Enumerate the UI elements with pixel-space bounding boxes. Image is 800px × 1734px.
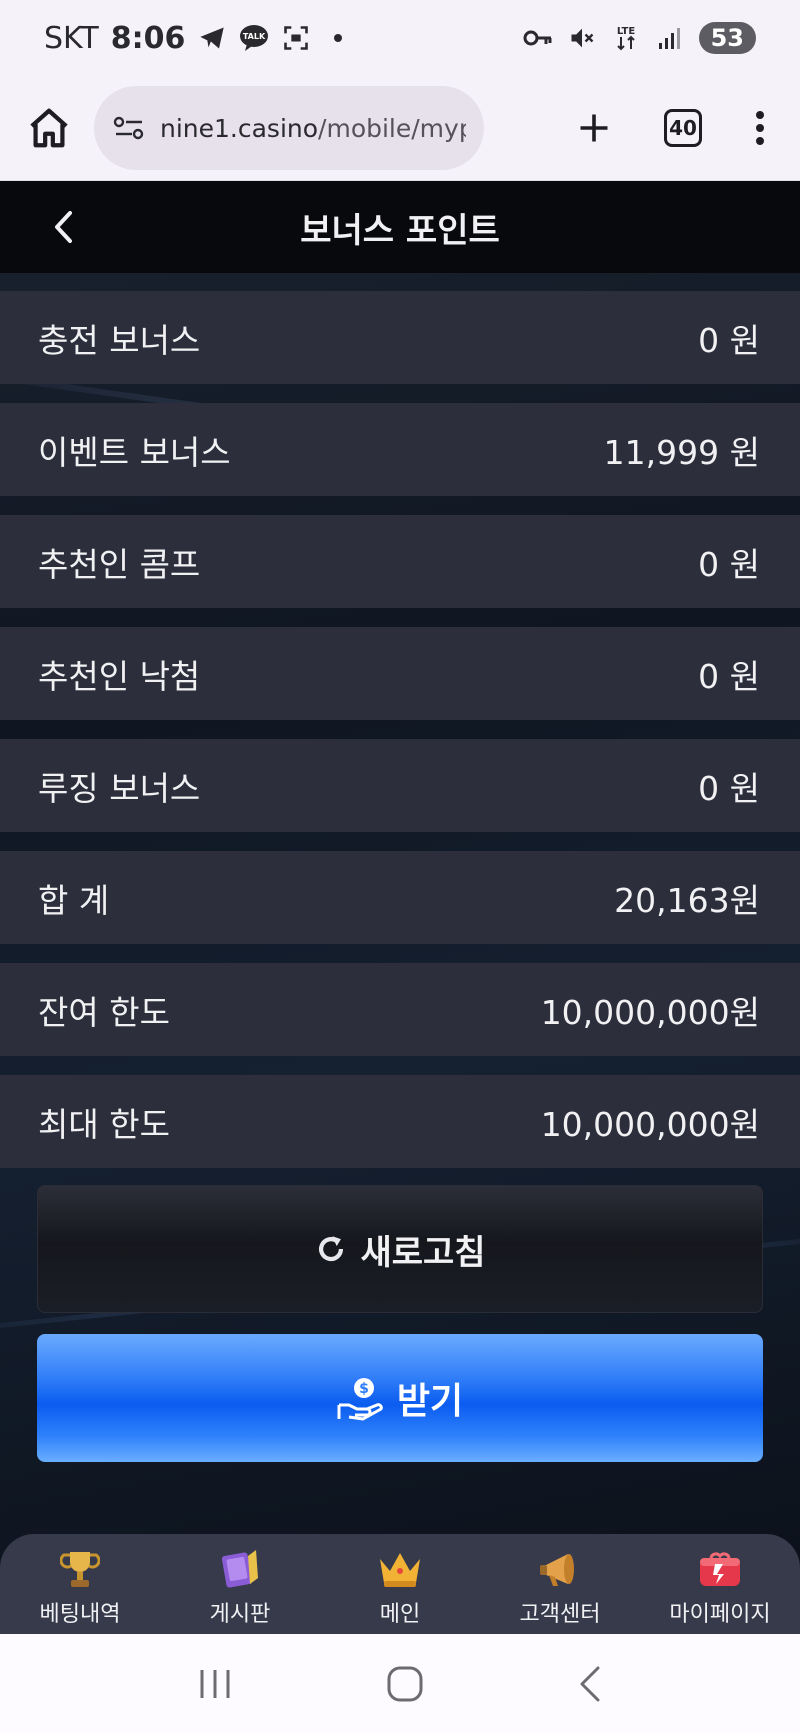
back-arrow-icon[interactable] xyxy=(52,207,88,247)
nav-label: 게시판 xyxy=(209,1602,271,1627)
crown-icon xyxy=(375,1546,425,1592)
row-value: 0 원 xyxy=(698,320,760,360)
screenshot-icon xyxy=(281,23,311,53)
mute-icon xyxy=(567,23,597,53)
app-content: 보너스 포인트 충전 보너스 0 원 이벤트 보너스 11,999 원 추천인 … xyxy=(0,181,800,1634)
row-value: 20,163원 xyxy=(614,880,760,920)
recent-apps-icon[interactable] xyxy=(197,1667,233,1701)
bonus-row-remaining-limit: 잔여 한도 10,000,000원 xyxy=(0,963,800,1056)
nav-item-mypage[interactable]: 마이페이지 xyxy=(640,1534,800,1634)
battery-indicator: 53 xyxy=(698,22,756,54)
row-label: 충전 보너스 xyxy=(38,320,201,360)
nav-item-main[interactable]: 메인 xyxy=(320,1534,480,1634)
lte-icon: LTE xyxy=(611,23,641,53)
nav-item-customer-center[interactable]: 고객센터 xyxy=(480,1534,640,1634)
row-label: 이벤트 보너스 xyxy=(38,432,231,472)
system-back-icon[interactable] xyxy=(577,1665,603,1703)
telegram-icon xyxy=(197,23,227,53)
board-icon xyxy=(215,1546,265,1592)
svg-text:LTE: LTE xyxy=(616,26,635,37)
dot-icon xyxy=(323,23,353,53)
nav-item-betting-history[interactable]: 베팅내역 xyxy=(0,1534,160,1634)
bonus-row-referral-comp: 추천인 콤프 0 원 xyxy=(0,515,800,608)
svg-text:$: $ xyxy=(359,1381,369,1397)
status-left: SKT 8:06 TALK xyxy=(44,21,353,56)
vpn-key-icon xyxy=(523,23,553,53)
receive-button[interactable]: $ 받기 xyxy=(37,1334,763,1462)
tab-switcher-button[interactable]: 40 xyxy=(664,109,702,147)
bonus-row-event: 이벤트 보너스 11,999 원 xyxy=(0,403,800,496)
row-value: 0 원 xyxy=(698,768,760,808)
new-tab-icon[interactable] xyxy=(576,110,612,146)
receive-label: 받기 xyxy=(396,1381,464,1422)
page-title: 보너스 포인트 xyxy=(300,210,500,251)
row-label: 추천인 콤프 xyxy=(38,544,201,584)
row-label: 최대 한도 xyxy=(38,1104,170,1144)
row-label: 잔여 한도 xyxy=(38,992,170,1032)
row-value: 11,999 원 xyxy=(603,432,760,472)
signal-icon xyxy=(655,23,685,53)
bonus-row-referral-loss: 추천인 낙첨 0 원 xyxy=(0,627,800,720)
gift-icon xyxy=(695,1546,745,1592)
trophy-icon xyxy=(55,1546,105,1592)
browser-toolbar: nine1.casino/mobile/mypa 40 xyxy=(0,76,800,181)
nav-label: 메인 xyxy=(379,1602,421,1627)
bonus-list: 충전 보너스 0 원 이벤트 보너스 11,999 원 추천인 콤프 0 원 추… xyxy=(0,273,800,1168)
row-label: 합 계 xyxy=(38,880,110,920)
row-value: 0 원 xyxy=(698,544,760,584)
bonus-row-losing: 루징 보너스 0 원 xyxy=(0,739,800,832)
clock: 8:06 xyxy=(110,20,186,56)
money-hand-icon: $ xyxy=(337,1375,383,1421)
row-value: 0 원 xyxy=(698,656,760,696)
nav-item-board[interactable]: 게시판 xyxy=(160,1534,320,1634)
url-text: nine1.casino/mobile/mypa xyxy=(160,114,466,143)
nav-label: 고객센터 xyxy=(519,1602,601,1627)
status-bar: SKT 8:06 TALK LTE 53 xyxy=(0,0,800,76)
address-bar[interactable]: nine1.casino/mobile/mypa xyxy=(94,86,484,170)
browser-actions: 40 xyxy=(576,109,774,147)
home-icon[interactable] xyxy=(26,105,72,151)
status-right: LTE 53 xyxy=(523,22,756,54)
bonus-row-max-limit: 최대 한도 10,000,000원 xyxy=(0,1075,800,1168)
row-label: 추천인 낙첨 xyxy=(38,656,201,696)
home-button-icon[interactable] xyxy=(386,1665,424,1703)
nav-label: 베팅내역 xyxy=(39,1602,121,1627)
row-value: 10,000,000원 xyxy=(540,1104,760,1144)
site-settings-icon[interactable] xyxy=(112,113,146,143)
bonus-row-total: 합 계 20,163원 xyxy=(0,851,800,944)
svg-text:TALK: TALK xyxy=(243,32,266,41)
refresh-button[interactable]: 새로고침 xyxy=(37,1185,763,1313)
megaphone-icon xyxy=(535,1546,585,1592)
system-nav-bar xyxy=(0,1634,800,1734)
url-path: /mobile/mypa xyxy=(318,113,466,143)
row-label: 루징 보너스 xyxy=(38,768,201,808)
bonus-row-charge: 충전 보너스 0 원 xyxy=(0,291,800,384)
more-menu-icon[interactable] xyxy=(754,110,766,146)
page-header: 보너스 포인트 xyxy=(0,181,800,273)
refresh-icon xyxy=(314,1232,348,1266)
refresh-label: 새로고침 xyxy=(360,1232,486,1273)
nav-label: 마이페이지 xyxy=(669,1602,771,1627)
url-host: nine1.casino xyxy=(160,113,319,143)
action-buttons: 새로고침 $ 받기 xyxy=(0,1185,800,1462)
bottom-nav: 베팅내역 게시판 메인 고객센터 마이페이지 xyxy=(0,1534,800,1634)
kakaotalk-icon: TALK xyxy=(239,23,269,53)
row-value: 10,000,000원 xyxy=(540,992,760,1032)
carrier-label: SKT xyxy=(44,20,99,56)
